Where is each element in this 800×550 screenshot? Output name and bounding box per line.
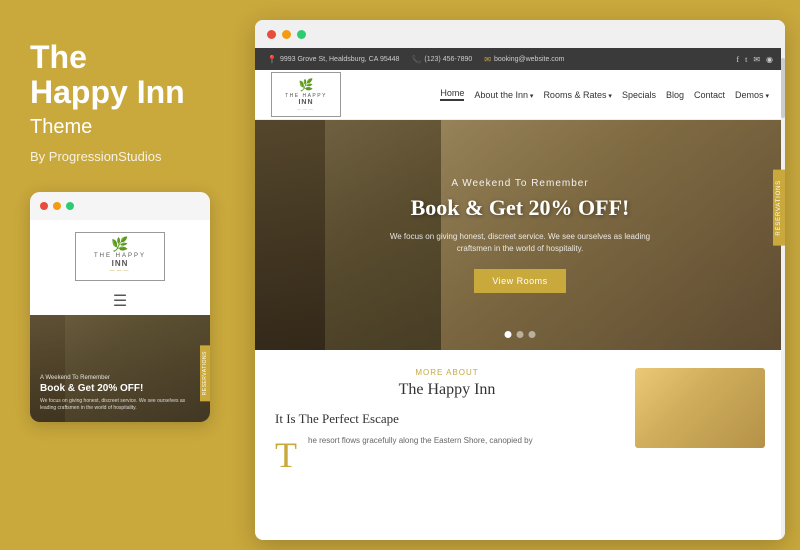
desktop-scrollbar[interactable] <box>781 48 785 540</box>
theme-title: The Happy Inn <box>30 40 218 110</box>
mail-icon[interactable]: ✉ <box>753 55 760 64</box>
desktop-dot-yellow <box>282 30 291 39</box>
mobile-top-bar <box>30 192 210 220</box>
desktop-scrollbar-thumb <box>781 58 785 118</box>
theme-title-line2: Happy Inn <box>30 74 185 110</box>
mobile-hero-subtitle: A Weekend To Remember <box>40 375 200 381</box>
topbar-address-text: 9993 Grove St, Healdsburg, CA 95448 <box>280 56 399 63</box>
website-logo-sub: ——— <box>282 106 330 111</box>
theme-subtitle: Theme <box>30 116 218 139</box>
nav-blog[interactable]: Blog <box>666 90 684 100</box>
twitter-icon[interactable]: t <box>745 55 747 64</box>
content-left: MORE ABOUT The Happy Inn It Is The Perfe… <box>275 368 619 473</box>
mobile-logo-main: INN <box>88 259 152 268</box>
hero-dot-3[interactable] <box>529 331 536 338</box>
mobile-hero: RESERVATIONS A Weekend To Remember Book … <box>30 315 210 422</box>
website-logo: 🌿 THE HAPPY INN ——— <box>271 72 341 117</box>
hero-main-title: Book & Get 20% OFF! <box>380 195 660 221</box>
mobile-hamburger-icon[interactable]: ☰ <box>113 291 127 311</box>
mobile-body: 🌿 THE HAPPY INN ——— ☰ RESERVATIONS A Wee… <box>30 220 210 422</box>
mobile-dot-red <box>40 202 48 210</box>
topbar-phone: 📞 (123) 456-7890 <box>411 55 472 64</box>
nav-demos[interactable]: Demos <box>735 90 769 100</box>
content-sub-title: It Is The Perfect Escape <box>275 411 619 427</box>
topbar-social: f t ✉ ◉ <box>736 55 773 64</box>
hero-dot-2[interactable] <box>517 331 524 338</box>
topbar-email: ✉ booking@website.com <box>484 55 564 64</box>
by-line: By ProgressionStudios <box>30 149 218 164</box>
topbar-email-text: booking@website.com <box>494 56 565 63</box>
mobile-hero-title: Book & Get 20% OFF! <box>40 383 200 395</box>
mobile-mockup: 🌿 THE HAPPY INN ——— ☰ RESERVATIONS A Wee… <box>30 192 210 422</box>
nav-specials[interactable]: Specials <box>622 90 656 100</box>
mobile-dot-yellow <box>53 202 61 210</box>
website-nav: 🌿 THE HAPPY INN ——— Home About the Inn R… <box>255 70 785 120</box>
theme-title-line1: The <box>30 39 87 75</box>
nav-rooms[interactable]: Rooms & Rates <box>543 90 612 100</box>
hero-content: A Weekend To Remember Book & Get 20% OFF… <box>320 178 720 293</box>
rss-icon[interactable]: ◉ <box>766 55 773 64</box>
nav-contact[interactable]: Contact <box>694 90 725 100</box>
hero-small-title: A Weekend To Remember <box>380 178 660 189</box>
website-content: MORE ABOUT The Happy Inn It Is The Perfe… <box>255 350 785 483</box>
phone-icon: 📞 <box>411 55 421 64</box>
desktop-mockup: 📍 9993 Grove St, Healdsburg, CA 95448 📞 … <box>255 20 785 540</box>
content-text-area: T he resort flows gracefully along the E… <box>275 435 619 473</box>
website-logo-main: INN <box>282 99 330 106</box>
left-panel: The Happy Inn Theme By ProgressionStudio… <box>0 0 248 550</box>
content-section-title: The Happy Inn <box>275 381 619 399</box>
hero-dot-1[interactable] <box>505 331 512 338</box>
drop-cap: T <box>275 437 297 473</box>
hero-dots <box>505 331 536 338</box>
desktop-top-bar <box>255 20 785 48</box>
nav-about[interactable]: About the Inn <box>474 90 533 100</box>
content-body-text: he resort flows gracefully along the Eas… <box>308 435 533 448</box>
hero-curtain-left <box>255 120 325 350</box>
nav-home[interactable]: Home <box>440 88 464 101</box>
topbar-address: 📍 9993 Grove St, Healdsburg, CA 95448 <box>267 55 399 64</box>
hero-view-rooms-button[interactable]: View Rooms <box>474 269 565 293</box>
mobile-hero-desc: We focus on giving honest, discreet serv… <box>40 398 200 412</box>
topbar-left: 📍 9993 Grove St, Healdsburg, CA 95448 📞 … <box>267 55 565 64</box>
content-image <box>635 368 765 448</box>
content-image-inner <box>635 368 765 448</box>
website-topbar: 📍 9993 Grove St, Healdsburg, CA 95448 📞 … <box>255 48 785 70</box>
mobile-logo-icon: 🌿 <box>88 239 152 253</box>
topbar-phone-text: (123) 456-7890 <box>424 56 472 63</box>
website-hero: RESERVATIONS A Weekend To Remember Book … <box>255 120 785 350</box>
mobile-logo-sub: ——— <box>88 268 152 274</box>
hero-reservations-tab[interactable]: RESERVATIONS <box>773 170 785 246</box>
location-icon: 📍 <box>267 55 277 64</box>
website-nav-links: Home About the Inn Rooms & Rates Special… <box>440 88 769 101</box>
mobile-hero-content: A Weekend To Remember Book & Get 20% OFF… <box>40 375 200 412</box>
desktop-dot-red <box>267 30 276 39</box>
facebook-icon[interactable]: f <box>736 55 739 64</box>
mobile-reservations-tab: RESERVATIONS <box>200 345 210 401</box>
desktop-dot-green <box>297 30 306 39</box>
email-icon: ✉ <box>484 55 491 64</box>
content-more-about-label: MORE ABOUT <box>275 368 619 377</box>
website-logo-icon: 🌿 <box>282 78 330 93</box>
hero-description: We focus on giving honest, discreet serv… <box>380 231 660 255</box>
mobile-dot-green <box>66 202 74 210</box>
mobile-logo-box: 🌿 THE HAPPY INN ——— <box>75 232 165 281</box>
mobile-logo-area: 🌿 THE HAPPY INN ——— <box>75 220 165 287</box>
